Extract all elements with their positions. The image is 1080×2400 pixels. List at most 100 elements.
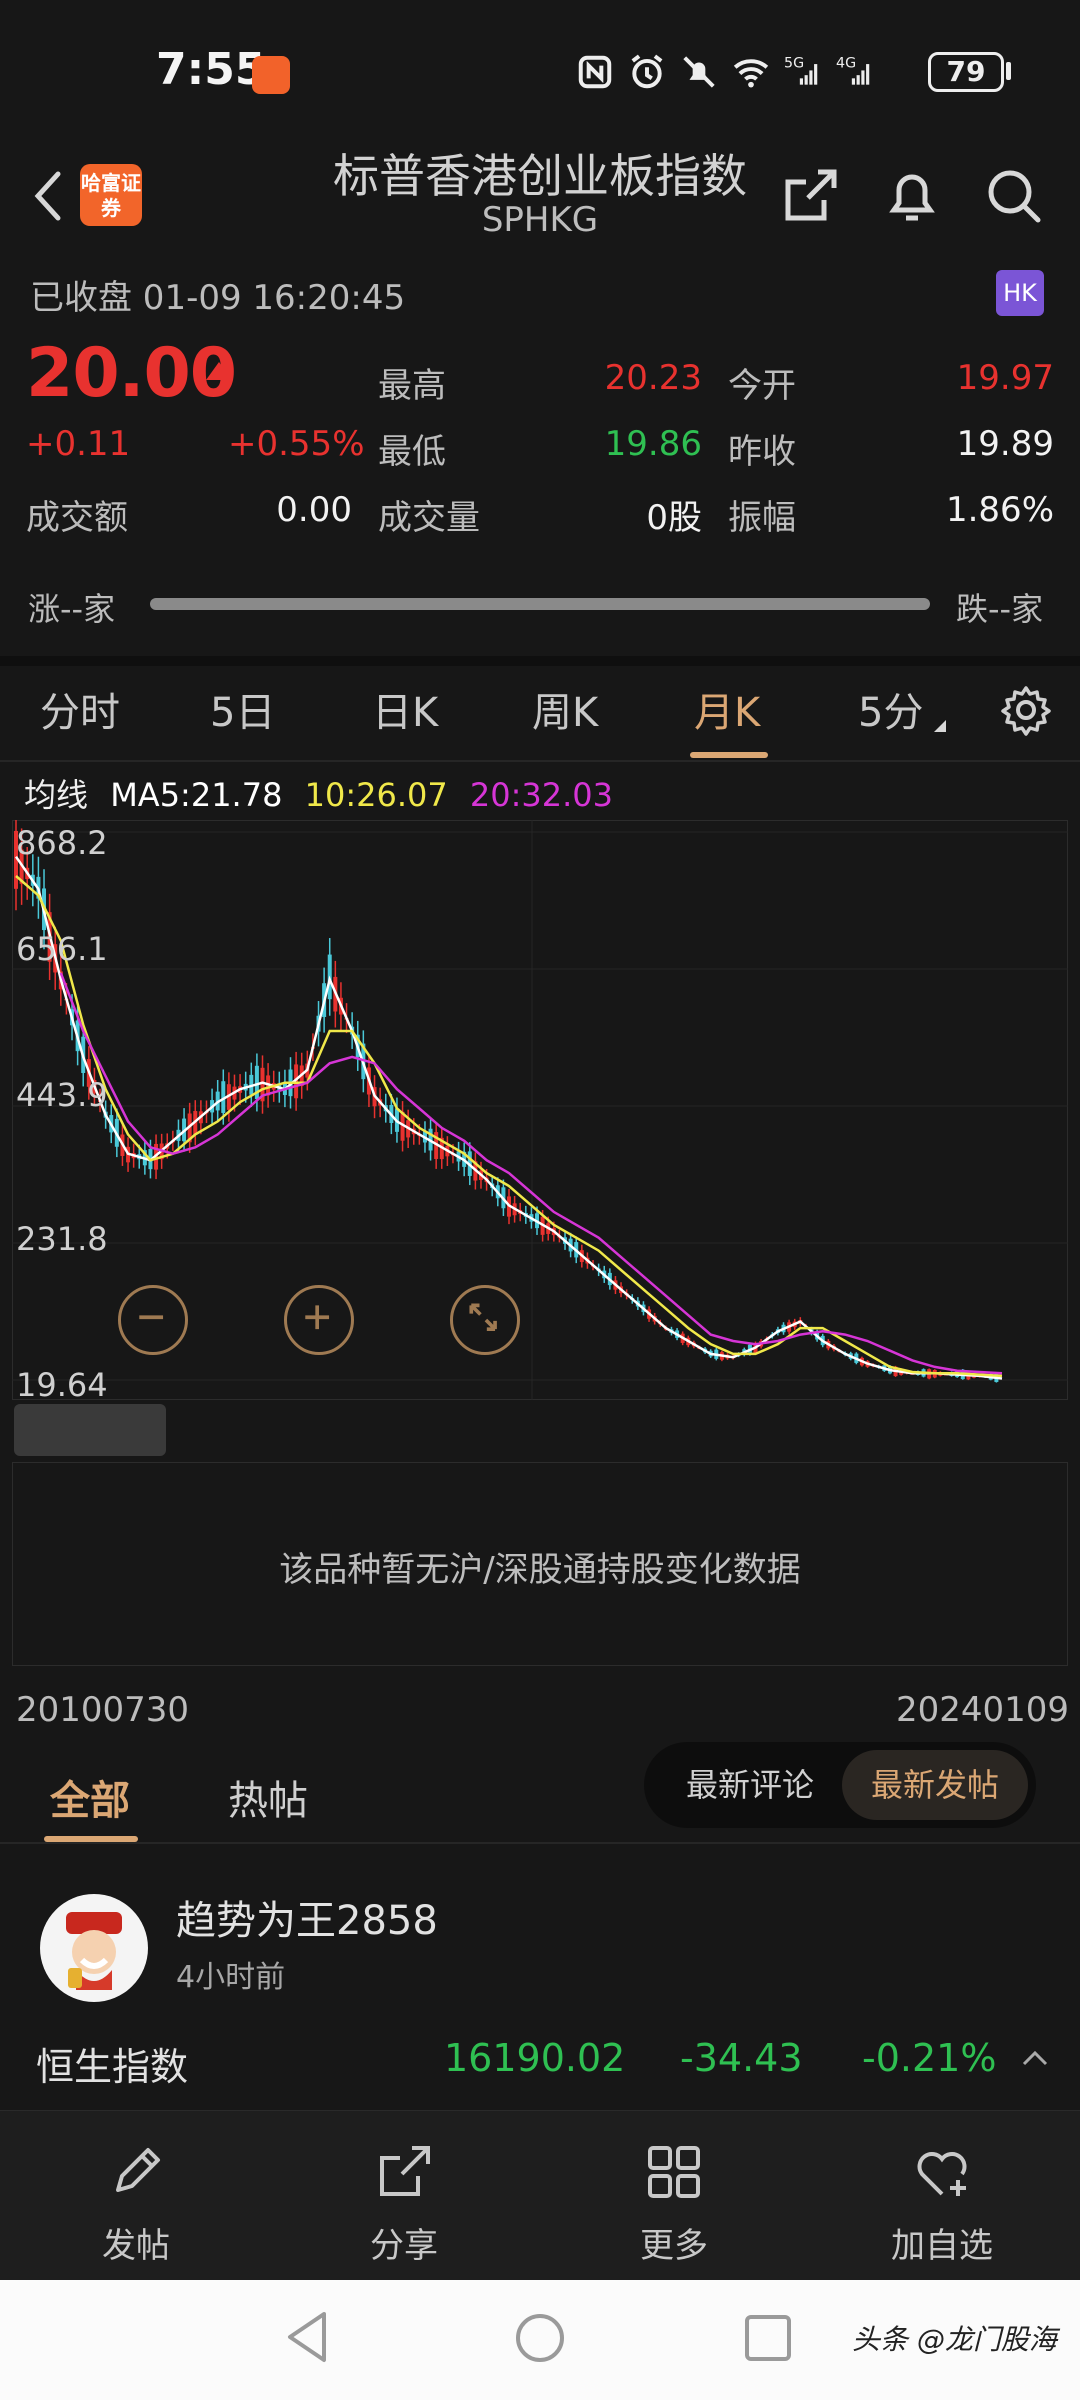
status-clock: 7:55	[156, 44, 266, 95]
connect-empty-message: 该品种暂无沪/深股通持股变化数据	[279, 1550, 801, 1590]
ma5-value: MA5:21.78	[110, 776, 283, 814]
fullscreen-button[interactable]	[450, 1285, 520, 1355]
signal-5g-icon: 5G	[784, 55, 818, 85]
post-time: 4小时前	[176, 1960, 286, 1995]
price-up-arrow-icon	[206, 362, 232, 380]
open-label: 今开	[728, 366, 796, 406]
turnover-label: 成交额	[26, 498, 128, 538]
market-badge: HK	[996, 270, 1044, 316]
high-value: 20.23	[604, 358, 702, 398]
nav-recents-icon[interactable]	[742, 2312, 794, 2364]
post-author[interactable]: 趋势为王2858	[176, 1888, 438, 1946]
back-icon[interactable]	[28, 166, 68, 226]
y-tick-label: 656.1	[16, 930, 108, 968]
tab-divider	[0, 760, 1080, 762]
signal-4g-icon: 4G	[836, 55, 870, 85]
volume-value: 0股	[646, 498, 702, 538]
expand-icon	[469, 1303, 497, 1331]
post-button-label: 发帖	[102, 2226, 170, 2266]
grid-icon	[648, 2146, 700, 2198]
blurred-tag	[14, 1404, 166, 1456]
breadth-bar	[150, 598, 930, 610]
avatar[interactable]	[40, 1894, 148, 2002]
decliners-label: 跌--家	[956, 590, 1044, 628]
dropdown-corner-icon	[934, 720, 946, 732]
section-divider	[0, 656, 1080, 666]
index-ticker-name[interactable]: 恒生指数	[36, 2036, 188, 2091]
open-value: 19.97	[956, 358, 1054, 398]
tab-5day[interactable]: 5日	[210, 680, 275, 738]
search-icon[interactable]	[982, 164, 1046, 228]
battery-indicator: 79	[928, 52, 1004, 92]
more-button-label: 更多	[640, 2226, 708, 2266]
volume-label: 成交量	[378, 498, 480, 538]
post-button[interactable]: 发帖	[56, 2140, 216, 2267]
index-ticker-pct: -0.21%	[862, 2036, 997, 2080]
heart-plus-icon	[917, 2152, 967, 2196]
nfc-icon	[578, 55, 612, 89]
tab-hot-posts[interactable]: 热帖	[228, 1768, 308, 1826]
gear-icon[interactable]	[998, 682, 1054, 738]
sort-latest-post-button[interactable]: 最新发帖	[842, 1750, 1028, 1820]
active-tab-underline	[690, 752, 768, 758]
watermark: 头条 @龙门股海	[852, 2323, 1057, 2356]
battery-cap	[1006, 62, 1011, 80]
y-tick-label: 231.8	[16, 1220, 108, 1258]
ma10-value: 10:26.07	[304, 776, 448, 814]
y-tick-label: 19.64	[16, 1366, 108, 1404]
turnover-value: 0.00	[276, 490, 352, 530]
chart-start-date: 20100730	[16, 1690, 190, 1730]
market-status: 已收盘 01-09 16:20:45	[30, 278, 406, 318]
alarm-icon	[631, 54, 663, 89]
ma20-value: 20:32.03	[469, 776, 613, 814]
zoom-in-button[interactable]	[284, 1285, 354, 1355]
wifi-icon	[733, 59, 769, 88]
high-label: 最高	[378, 366, 446, 406]
add-watchlist-button[interactable]: 加自选	[862, 2140, 1022, 2267]
svg-text:4G: 4G	[836, 55, 856, 71]
share-button[interactable]: 分享	[324, 2140, 484, 2267]
chevron-up-icon[interactable]	[1020, 2046, 1050, 2070]
tab-intraday[interactable]: 分时	[40, 680, 120, 738]
ma-legend: 均线 MA5:21.78 10:26.07 20:32.03	[24, 770, 625, 816]
bell-icon[interactable]	[880, 164, 944, 228]
nav-home-icon[interactable]	[512, 2310, 568, 2366]
page-title: 标普香港创业板指数	[333, 149, 747, 203]
low-label: 最低	[378, 432, 446, 472]
minus-icon	[139, 1315, 164, 1320]
more-button[interactable]: 更多	[594, 2140, 754, 2267]
share-icon	[380, 2146, 430, 2196]
low-value: 19.86	[604, 424, 702, 464]
mute-icon	[683, 56, 715, 88]
advancers-label: 涨--家	[28, 590, 116, 628]
plus-icon	[305, 1305, 330, 1330]
tab-daily-k[interactable]: 日K	[372, 680, 438, 738]
tab-monthly-k[interactable]: 月K	[694, 680, 760, 738]
chart-end-date: 20240109	[896, 1690, 1070, 1730]
share-icon[interactable]	[778, 164, 842, 228]
tab-5min[interactable]: 5分	[858, 680, 923, 738]
series-line-ma20	[59, 972, 1003, 1375]
svg-text:5G: 5G	[784, 55, 804, 71]
tab-all-posts[interactable]: 全部	[50, 1768, 130, 1826]
section-divider	[0, 1842, 1080, 1844]
price-change: +0.11	[26, 424, 131, 464]
broker-logo[interactable]: 哈富证券	[80, 164, 142, 226]
page-subtitle: SPHKG	[481, 200, 599, 240]
share-button-label: 分享	[370, 2226, 438, 2266]
tab-weekly-k[interactable]: 周K	[532, 680, 598, 738]
sort-latest-comment-button[interactable]: 最新评论	[660, 1750, 840, 1820]
last-price: 20.00	[26, 334, 237, 413]
prev-close-value: 19.89	[956, 424, 1054, 464]
nav-back-icon[interactable]	[282, 2308, 332, 2366]
y-tick-label: 443.9	[16, 1076, 108, 1114]
god-of-wealth-avatar-icon	[66, 1912, 122, 1990]
ma-label: 均线	[24, 776, 89, 814]
add-watchlist-label: 加自选	[891, 2226, 993, 2266]
zoom-out-button[interactable]	[118, 1285, 188, 1355]
amplitude-value: 1.86%	[945, 490, 1054, 530]
index-ticker-price: 16190.02	[444, 2036, 626, 2080]
status-icons: 5G 4G	[576, 50, 874, 94]
price-change-pct: +0.55%	[228, 424, 365, 464]
index-ticker-change: -34.43	[680, 2036, 803, 2080]
